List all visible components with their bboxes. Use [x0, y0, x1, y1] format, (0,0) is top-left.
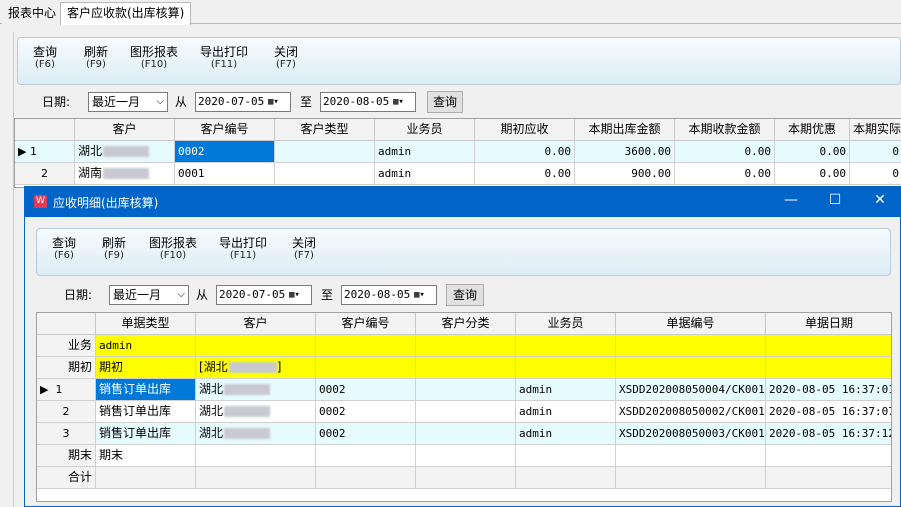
- redacted-text: [224, 428, 271, 439]
- col-salesman[interactable]: 业务员: [375, 119, 475, 141]
- closing-row[interactable]: 期末 期末: [37, 445, 891, 467]
- calendar-icon[interactable]: ▦▾: [414, 289, 433, 301]
- redacted-text: [224, 384, 271, 395]
- table-row[interactable]: ▶ 1 湖北 0002 admin 0.00 3600.00 0.00 0.00…: [15, 141, 901, 163]
- query-button[interactable]: 查询 (F6): [30, 46, 60, 71]
- end-date-field[interactable]: 2020-08-05 ▦▾: [320, 92, 416, 112]
- col-received-amount[interactable]: 本期收款金额: [675, 119, 775, 141]
- dialog-from-label: 从: [196, 288, 209, 302]
- filter-query-button[interactable]: 查询: [427, 91, 463, 113]
- detail-grid: 单据类型 客户 客户编号 客户分类 业务员 单据编号 单据日期 业务 admin…: [36, 312, 892, 502]
- customer-grid: 客户 客户编号 客户类型 业务员 期初应收 本期出库金额 本期收款金额 本期优惠…: [14, 118, 901, 188]
- col-discount[interactable]: 本期优惠: [775, 119, 850, 141]
- dialog-close-button[interactable]: 关闭 (F7): [289, 237, 319, 262]
- col-doc-number[interactable]: 单据编号: [616, 313, 766, 335]
- col-actual[interactable]: 本期实际: [850, 119, 901, 141]
- dialog-period-select[interactable]: 最近一月 ⌵: [109, 285, 189, 305]
- redacted-text: [103, 168, 150, 179]
- tab-customer-receivables[interactable]: 客户应收款(出库核算): [60, 2, 192, 25]
- col-customer[interactable]: 客户: [196, 313, 316, 335]
- from-label: 从: [175, 95, 188, 109]
- col-doc-date[interactable]: 单据日期: [766, 313, 891, 335]
- col-outbound-amount[interactable]: 本期出库金额: [575, 119, 675, 141]
- col-customer-category[interactable]: 客户分类: [416, 313, 516, 335]
- col-salesman[interactable]: 业务员: [516, 313, 616, 335]
- dialog-filter-query-button[interactable]: 查询: [446, 284, 484, 306]
- dialog-to-label: 至: [321, 288, 334, 302]
- calendar-icon[interactable]: ▦▾: [393, 96, 412, 108]
- group-row-business[interactable]: 业务 admin: [37, 335, 891, 357]
- dialog-start-date-field[interactable]: 2020-07-05 ▦▾: [216, 285, 312, 305]
- refresh-button[interactable]: 刷新 (F9): [81, 46, 111, 71]
- dialog-query-button[interactable]: 查询 (F6): [49, 237, 79, 262]
- table-row[interactable]: 2 销售订单出库 湖北 0002 admin XSDD202008050002/…: [37, 401, 891, 423]
- col-customer-code[interactable]: 客户编号: [175, 119, 275, 141]
- redacted-text: [224, 406, 271, 417]
- col-opening-receivable[interactable]: 期初应收: [475, 119, 575, 141]
- tab-bar: 报表中心 客户应收款(出库核算): [0, 0, 901, 25]
- redacted-text: [228, 362, 277, 373]
- dialog-end-date-field[interactable]: 2020-08-05 ▦▾: [341, 285, 437, 305]
- calendar-icon[interactable]: ▦▾: [289, 289, 308, 301]
- maximize-button[interactable]: ☐: [825, 192, 845, 208]
- col-customer-code[interactable]: 客户编号: [316, 313, 416, 335]
- table-row[interactable]: 2 湖南 0001 admin 0.00 900.00 0.00 0.00 0: [15, 163, 901, 185]
- dialog-refresh-button[interactable]: 刷新 (F9): [99, 237, 129, 262]
- start-date-field[interactable]: 2020-07-05 ▦▾: [195, 92, 291, 112]
- to-label: 至: [300, 95, 313, 109]
- col-customer-type[interactable]: 客户类型: [275, 119, 375, 141]
- dialog-export-print-button[interactable]: 导出打印 (F11): [217, 237, 269, 262]
- main-toolbar: 查询 (F6) 刷新 (F9) 图形报表 (F10) 导出打印 (F11) 关闭…: [17, 37, 901, 85]
- receivable-detail-dialog: W 应收明细(出库核算) — ☐ ✕ 查询 (F6) 刷新 (F9) 图形报表 …: [24, 186, 901, 507]
- window-close-button[interactable]: ✕: [870, 192, 890, 208]
- table-row[interactable]: ▶ 1 销售订单出库 湖北 0002 admin XSDD20200805000…: [37, 379, 891, 401]
- date-label: 日期:: [42, 95, 71, 109]
- app-icon: W: [34, 195, 47, 208]
- dialog-chart-report-button[interactable]: 图形报表 (F10): [147, 237, 199, 262]
- redacted-text: [103, 146, 150, 157]
- total-row: 合计: [37, 467, 891, 489]
- chevron-down-icon: ⌵: [156, 96, 164, 107]
- dialog-titlebar[interactable]: W 应收明细(出库核算) — ☐ ✕: [25, 187, 901, 217]
- row-pointer-icon: ▶: [40, 383, 49, 396]
- close-button[interactable]: 关闭 (F7): [271, 46, 301, 71]
- table-row[interactable]: 3 销售订单出库 湖北 0002 admin XSDD202008050003/…: [37, 423, 891, 445]
- period-select[interactable]: 最近一月 ⌵: [88, 92, 168, 112]
- dialog-title: 应收明细(出库核算): [53, 196, 159, 210]
- export-print-button[interactable]: 导出打印 (F11): [198, 46, 250, 71]
- dialog-date-label: 日期:: [64, 288, 93, 302]
- opening-row[interactable]: 期初 期初 [湖北]: [37, 357, 891, 379]
- row-pointer-icon: ▶: [18, 145, 27, 158]
- chart-report-button[interactable]: 图形报表 (F10): [128, 46, 180, 71]
- tab-report-center[interactable]: 报表中心: [2, 3, 63, 24]
- col-doc-type[interactable]: 单据类型: [96, 313, 196, 335]
- col-customer[interactable]: 客户: [75, 119, 175, 141]
- minimize-button[interactable]: —: [781, 192, 801, 208]
- calendar-icon[interactable]: ▦▾: [268, 96, 287, 108]
- dialog-toolbar: 查询 (F6) 刷新 (F9) 图形报表 (F10) 导出打印 (F11) 关闭…: [36, 228, 891, 276]
- grid-header: 客户 客户编号 客户类型 业务员 期初应收 本期出库金额 本期收款金额 本期优惠…: [15, 119, 901, 141]
- chevron-down-icon: ⌵: [177, 289, 185, 300]
- grid-header: 单据类型 客户 客户编号 客户分类 业务员 单据编号 单据日期: [37, 313, 891, 335]
